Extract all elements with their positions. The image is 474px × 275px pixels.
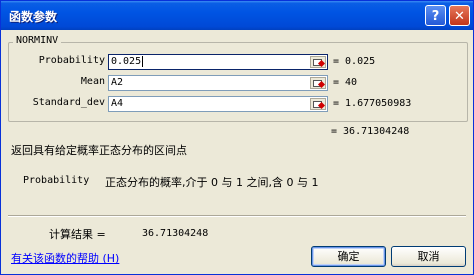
cancel-button[interactable]: 取消 — [391, 246, 466, 267]
standard-dev-input[interactable]: A4 — [108, 96, 328, 112]
function-help-link[interactable]: 有关该函数的帮助 (H) — [11, 250, 119, 266]
collapse-dialog-icon[interactable] — [310, 98, 326, 110]
function-description: 返回具有给定概率正态分布的区间点 — [11, 144, 187, 157]
arg-result-probability: = 0.025 — [333, 56, 376, 67]
collapse-dialog-icon[interactable] — [310, 77, 326, 89]
arg-result-mean: = 40 — [333, 77, 358, 88]
separator — [8, 215, 466, 217]
mean-input[interactable]: A2 — [108, 75, 328, 91]
dialog-window: 函数参数 ? ✕ NORMINV Probability 0.025 = 0.0… — [0, 0, 474, 275]
mean-input-value: A2 — [111, 77, 124, 88]
arg-help-name: Probability — [23, 175, 90, 186]
title-bar[interactable]: 函数参数 ? ✕ — [1, 1, 473, 30]
function-name: NORMINV — [13, 35, 62, 46]
ok-button[interactable]: 确定 — [311, 246, 386, 267]
arg-label-standard-dev: Standard_dev — [32, 97, 105, 108]
formula-result: = 36.71304248 — [331, 126, 410, 137]
arg-label-mean: Mean — [80, 76, 105, 87]
help-button[interactable]: ? — [425, 5, 446, 26]
probability-input[interactable]: 0.025 — [108, 54, 328, 70]
calc-result-value: 36.71304248 — [142, 228, 209, 239]
dialog-title: 函数参数 — [9, 10, 58, 24]
calc-result-label: 计算结果 = — [49, 228, 106, 241]
standard-dev-input-value: A4 — [111, 98, 124, 109]
probability-input-value: 0.025 — [111, 56, 142, 67]
arg-help-text: 正态分布的概率,介于 0 与 1 之间,含 0 与 1 — [105, 176, 319, 189]
close-button[interactable]: ✕ — [449, 5, 470, 26]
arg-result-standard-dev: = 1.677050983 — [333, 98, 412, 109]
collapse-dialog-icon[interactable] — [310, 56, 326, 68]
arg-label-probability: Probability — [38, 55, 105, 66]
